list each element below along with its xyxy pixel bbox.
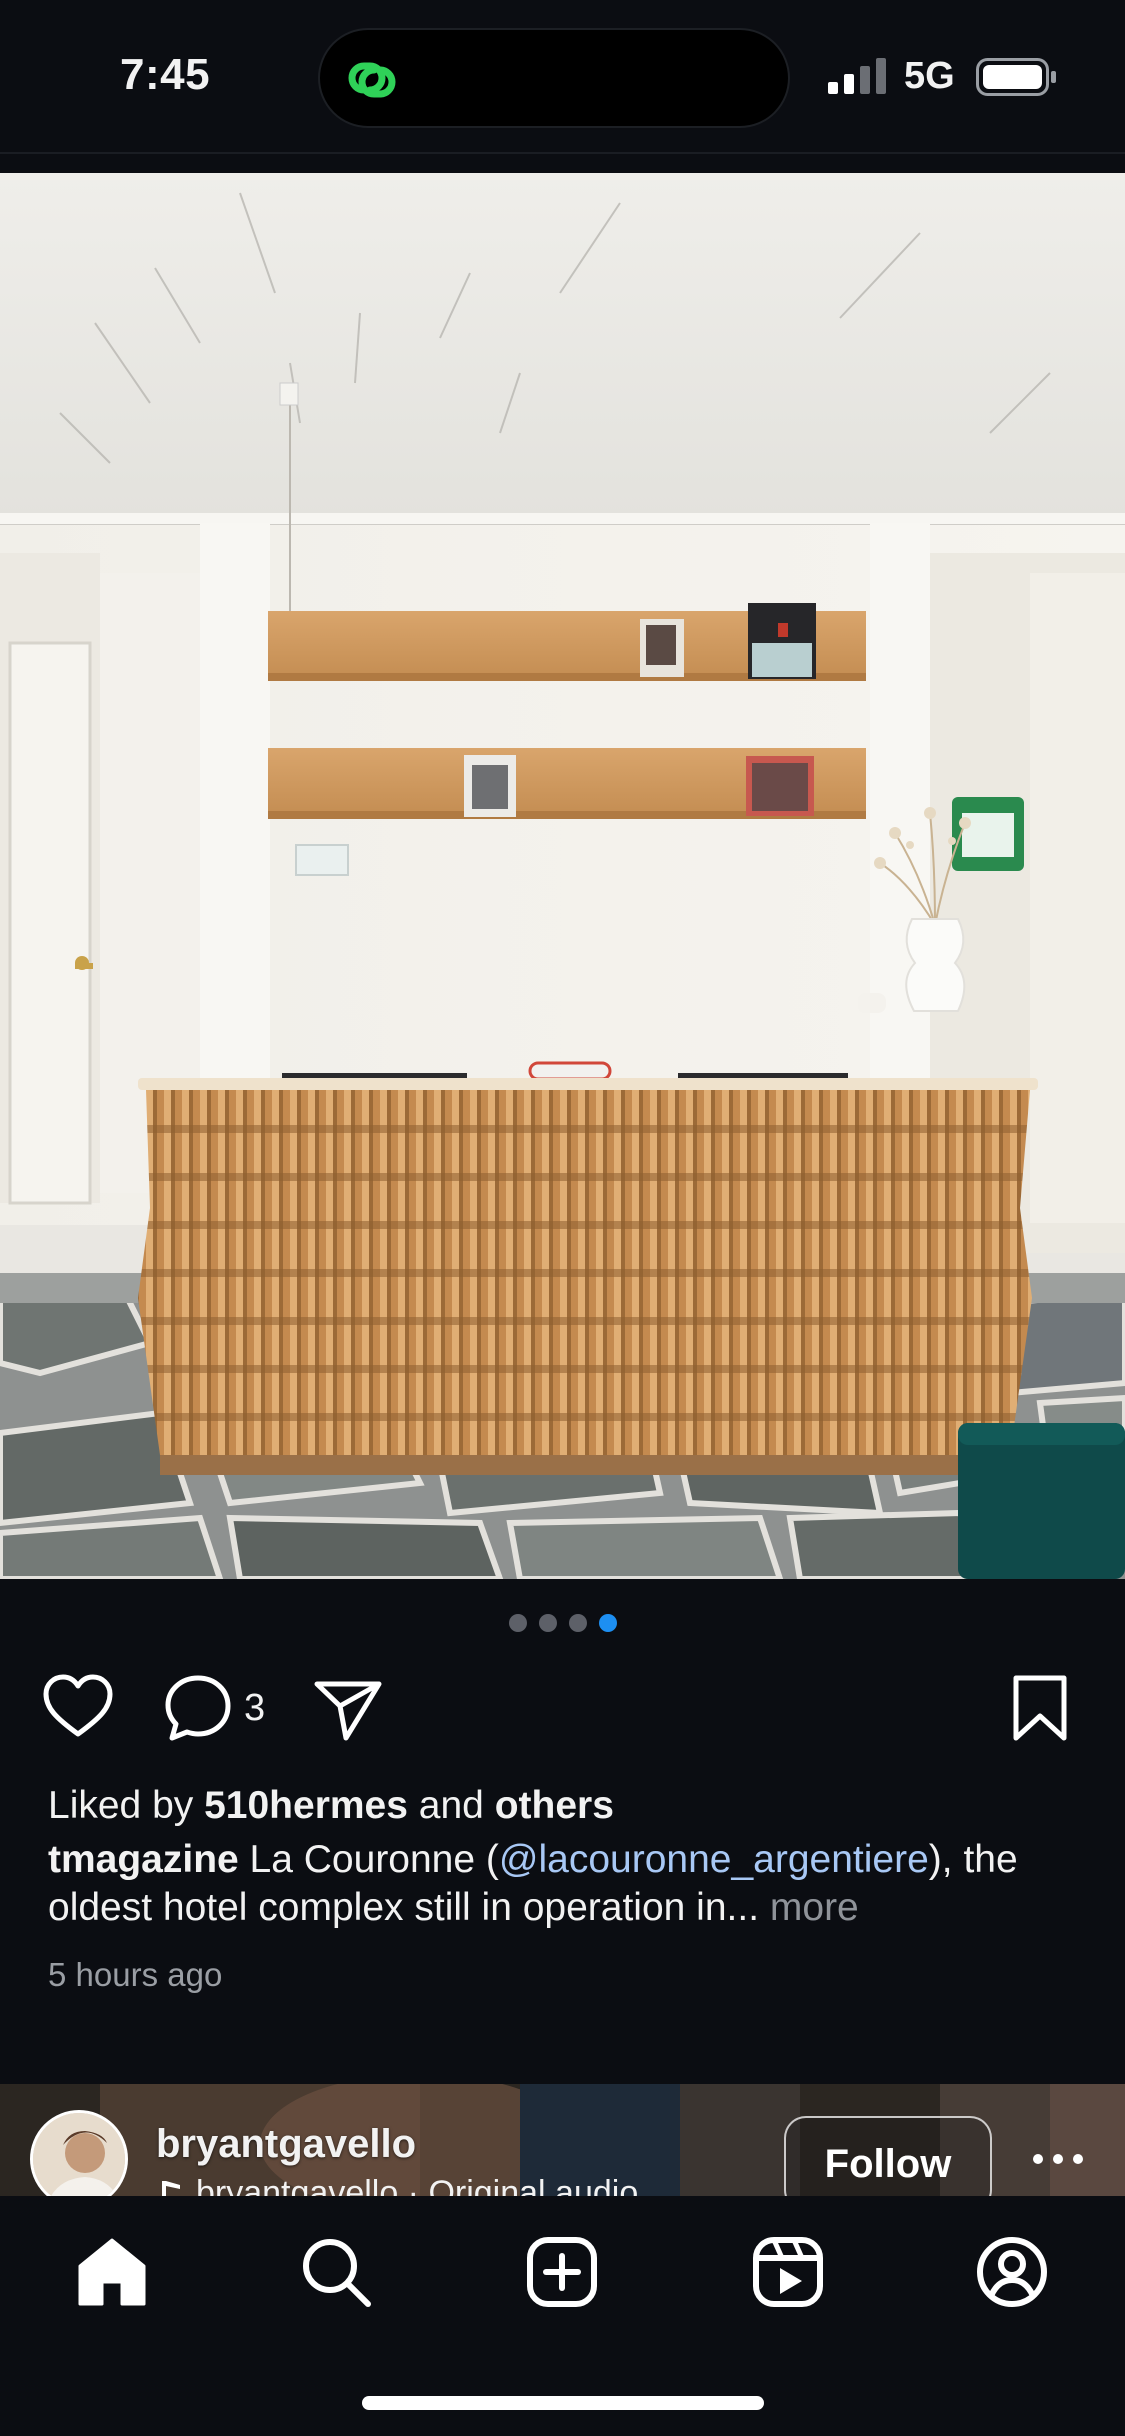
- carousel-dot-active[interactable]: [598, 1614, 617, 1632]
- caption-text: La Couronne (: [238, 1838, 499, 1881]
- more-icon[interactable]: [1028, 2144, 1088, 2174]
- likes-prefix: Liked by: [48, 1784, 205, 1827]
- follow-button[interactable]: Follow: [784, 2116, 992, 2196]
- share-icon: [314, 1681, 382, 1741]
- reels-icon[interactable]: [750, 2234, 826, 2310]
- lobby-photo: [0, 173, 1125, 1579]
- likes-summary[interactable]: Liked by 510hermes and others: [48, 1784, 614, 1828]
- comment-button[interactable]: 3: [162, 1670, 282, 1746]
- bookmark-icon: [1013, 1675, 1067, 1741]
- threads-icon: [348, 62, 396, 98]
- header-divider: [0, 152, 1125, 154]
- post-actions: 3: [0, 1670, 1125, 1746]
- next-post-header: bryantgavello bryantgavello · Original a…: [0, 2084, 1125, 2196]
- next-post-username[interactable]: bryantgavello: [156, 2122, 416, 2167]
- share-button[interactable]: [312, 1670, 388, 1746]
- post-image[interactable]: [0, 173, 1125, 1579]
- liked-by-others[interactable]: others: [495, 1784, 614, 1827]
- carousel-dot[interactable]: [568, 1614, 587, 1632]
- caption-username[interactable]: tmagazine: [48, 1838, 239, 1881]
- avatar-image: [33, 2113, 125, 2196]
- create-icon[interactable]: [524, 2234, 600, 2310]
- caption-more-link[interactable]: more: [770, 1886, 859, 1929]
- profile-icon[interactable]: [974, 2234, 1050, 2310]
- carousel-dot[interactable]: [508, 1614, 527, 1632]
- save-button[interactable]: [1008, 1670, 1084, 1746]
- home-indicator[interactable]: [362, 2396, 764, 2410]
- next-post-audio-label: bryantgavello · Original audio: [196, 2174, 639, 2196]
- signal-icon: [828, 58, 886, 94]
- caption-mention[interactable]: @lacouronne_argentiere: [499, 1838, 929, 1881]
- heart-icon: [43, 1674, 113, 1737]
- post-timestamp: 5 hours ago: [48, 1956, 223, 1993]
- likes-middle: and: [407, 1784, 495, 1827]
- comment-count: 3: [244, 1686, 266, 1729]
- instagram-feed-screen: 7:45 5G 3 Liked by 510hermes and others …: [0, 0, 1125, 2436]
- comment-icon: [165, 1675, 231, 1741]
- carousel-dots: [0, 1614, 1125, 1634]
- status-bar: 7:45 5G: [0, 0, 1125, 152]
- search-icon[interactable]: [298, 2234, 374, 2310]
- battery-icon: [976, 58, 1056, 96]
- post-caption: tmagazine La Couronne (@lacouronne_argen…: [48, 1836, 1098, 1932]
- carousel-dot[interactable]: [538, 1614, 557, 1632]
- like-button[interactable]: [40, 1670, 116, 1746]
- audio-icon: [162, 2181, 180, 2196]
- liked-by-user[interactable]: 510hermes: [204, 1784, 408, 1827]
- network-label: 5G: [904, 55, 955, 97]
- next-post-audio[interactable]: bryantgavello · Original audio: [160, 2174, 638, 2196]
- dynamic-island[interactable]: [318, 28, 790, 128]
- status-time: 7:45: [120, 50, 211, 99]
- home-icon[interactable]: [74, 2234, 150, 2310]
